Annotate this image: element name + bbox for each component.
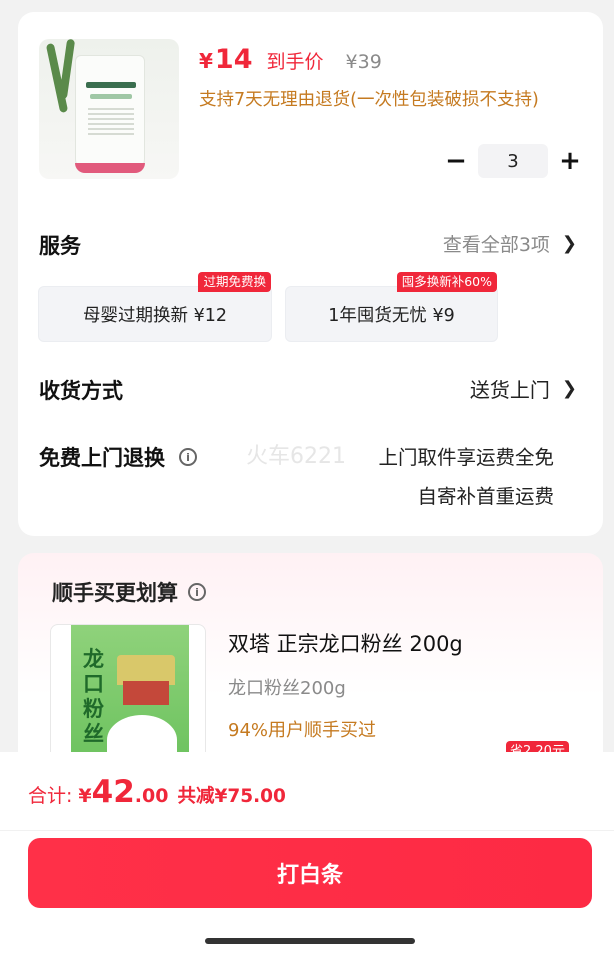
free-return-row: 免费上门退换 i [39,442,197,472]
service-badge: 过期免费换 [198,272,271,292]
leaf-decoration [58,39,76,100]
addon-title: 顺手买更划算 [52,581,178,605]
total-row: 合计: ¥ 42 .00 共减¥75.00 [28,774,286,810]
watermark-text: 火车6221 [246,444,346,469]
addon-product-spec: 龙口粉丝200g [228,678,346,699]
delivery-method-selector[interactable]: 送货上门 ❯ [470,374,577,403]
return-policy-note: 支持7天无理由退货(一次性包装破损不支持) [199,90,539,110]
laundry-pouch-graphic [75,55,145,173]
delivery-method-title: 收货方式 [39,379,123,403]
service-badge: 囤多换新补60% [396,272,497,292]
product-image[interactable] [39,39,179,179]
view-all-services-link[interactable]: 查看全部3项 ❯ [443,230,577,257]
quantity-input[interactable]: 3 [478,144,548,178]
chevron-right-icon: ❯ [561,378,577,399]
total-amount-integer: 42 [91,774,135,810]
service-option-label: 母婴过期换新 ¥12 [83,305,227,326]
home-indicator[interactable] [205,938,415,944]
final-price-label: 到手价 [266,51,324,73]
free-return-line-2: 自寄补首重运费 [417,485,554,508]
service-option-baby-renew[interactable]: 过期免费换 母婴过期换新 ¥12 [38,272,272,342]
addon-product-image[interactable]: 龙口粉丝 [50,624,206,764]
service-title: 服务 [39,234,81,258]
free-return-title: 免费上门退换 [39,446,165,470]
decrease-quantity-button[interactable]: − [442,146,470,176]
divider [0,830,614,831]
total-currency: ¥ [78,785,92,807]
service-option-label: 1年囤货无忧 ¥9 [328,305,455,326]
addon-product-name[interactable]: 双塔 正宗龙口粉丝 200g [228,628,463,658]
info-icon[interactable]: i [179,448,197,466]
addon-title-row: 顺手买更划算 i [52,577,206,607]
delivery-method-value: 送货上门 [469,378,550,402]
price-currency: ¥ [199,49,213,73]
final-price: 14 [214,44,253,75]
increase-quantity-button[interactable]: + [556,146,584,176]
free-return-line-1: 上门取件享运费全免 [378,446,554,469]
price-row: ¥ 14 到手价 ¥39 [199,44,382,75]
pay-with-baitiao-button[interactable]: 打白条 [28,838,592,908]
product-card: ¥ 14 到手价 ¥39 支持7天无理由退货(一次性包装破损不支持) − 3 +… [18,12,603,536]
view-all-services-label: 查看全部3项 [442,234,550,256]
original-price: ¥39 [345,51,382,73]
total-discount: 共减¥75.00 [177,786,286,807]
chevron-right-icon: ❯ [561,233,577,254]
package-lettering: 龙口粉丝 [83,647,104,746]
total-label: 合计: [28,785,73,807]
info-icon[interactable]: i [188,583,206,601]
service-option-stock-worry-free[interactable]: 囤多换新补60% 1年囤货无忧 ¥9 [285,272,498,342]
total-amount-decimal: .00 [134,785,169,807]
checkout-footer: 合计: ¥ 42 .00 共减¥75.00 打白条 [0,752,614,958]
quantity-stepper: − 3 + [442,144,584,178]
addon-purchase-rate: 94%用户顺手买过 [228,720,377,741]
